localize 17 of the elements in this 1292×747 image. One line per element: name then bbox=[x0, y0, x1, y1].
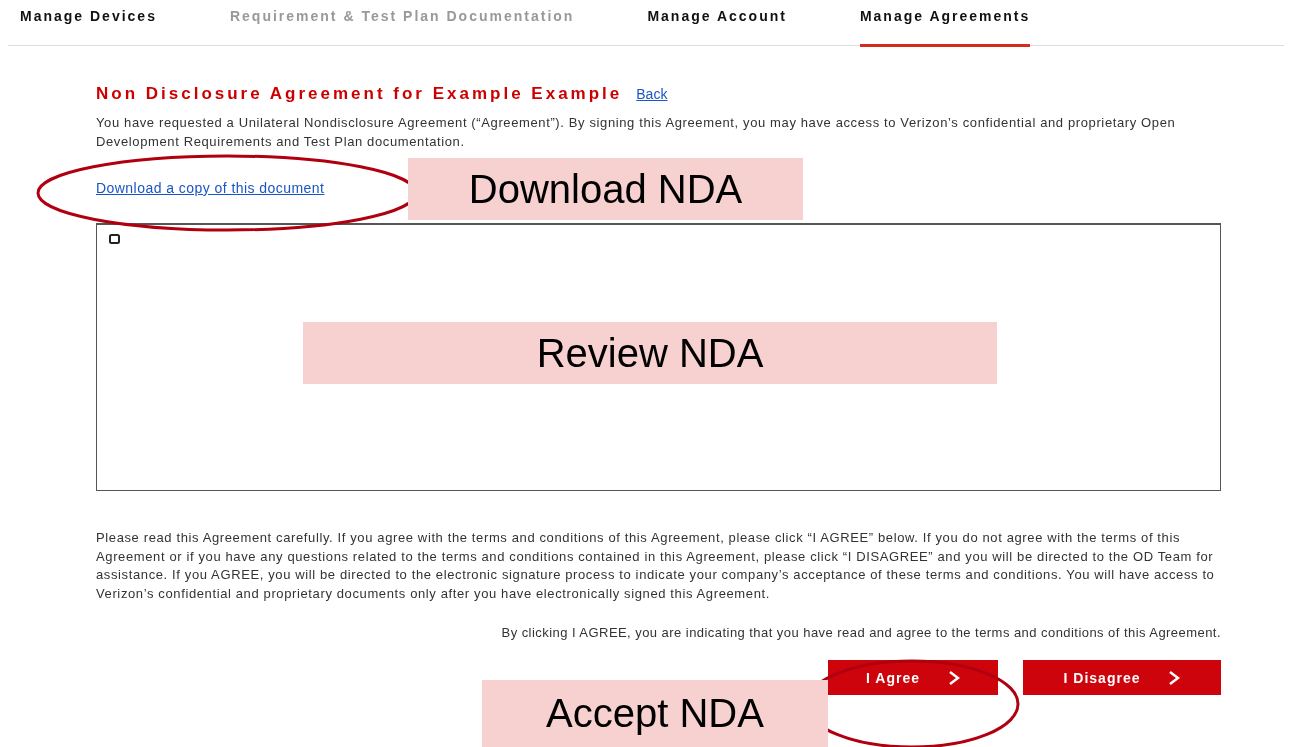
callout-label: Download NDA bbox=[408, 158, 803, 220]
confirmation-text: By clicking I AGREE, you are indicating that you have read and agree to the terms and conditions of this Agreement. bbox=[500, 625, 1221, 640]
image-placeholder-icon bbox=[109, 234, 120, 244]
intro-text: You have requested a Unilateral Nondisclosure Agreement (“Agreement”). By signing this Agreement, you may have access to Verizon’s confidential and proprietary Open Development Requirements and Test Plan documentation. bbox=[96, 114, 1177, 151]
agree-button[interactable]: I Agree bbox=[828, 660, 998, 695]
nav-tab[interactable]: Manage Account bbox=[647, 0, 787, 37]
callout-label: Review NDA bbox=[303, 322, 997, 384]
instructions-text: Please read this Agreement carefully. If you agree with the terms and conditions of this Agreement, please click “I AGREE” below. If you do not agree with the terms of this Agreement or if you have any questions related to the terms and conditions contained in this Agreement, please click “I DISAGREE” and you will be directed to the OD Team for assistance. If you AGREE, you will be directed to the electronic signature process to indicate your company’s acceptance of these terms and conditions. You will have access to Verizon’s confidential and proprietary documents only after you have electronically signed this Agreement. bbox=[96, 529, 1216, 603]
download-link[interactable]: Download a copy of this document bbox=[96, 180, 325, 196]
callout-label: Accept NDA bbox=[482, 680, 828, 747]
back-link[interactable]: Back bbox=[636, 86, 668, 102]
chevron-right-icon bbox=[947, 669, 960, 686]
disagree-button[interactable]: I Disagree bbox=[1023, 660, 1221, 695]
agreement-title: Non Disclosure Agreement for Example Example bbox=[96, 84, 623, 104]
chevron-right-icon bbox=[1168, 669, 1181, 686]
nav-tab[interactable]: Manage Devices bbox=[20, 0, 157, 37]
nav-tab[interactable]: Manage Agreements bbox=[859, 0, 1031, 47]
